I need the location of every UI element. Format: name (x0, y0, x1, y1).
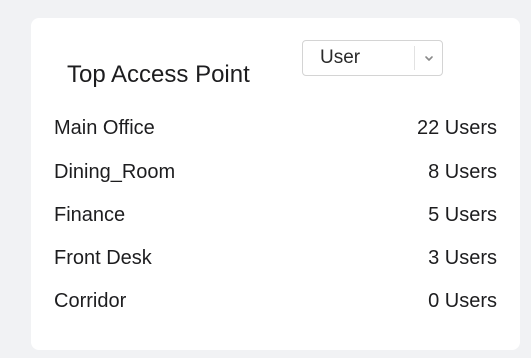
user-count: 0 Users (428, 290, 497, 312)
access-point-name: Finance (54, 204, 126, 226)
access-point-name: Front Desk (54, 247, 152, 269)
access-point-name: Main Office (54, 117, 155, 139)
list-item: Finance 5 Users (54, 200, 497, 230)
list-item: Main Office 22 Users (54, 113, 497, 143)
access-point-list: Main Office 22 Users Dining_Room 8 Users… (31, 18, 520, 350)
list-item: Corridor 0 Users (54, 286, 497, 316)
user-count: 5 Users (428, 204, 497, 226)
user-count: 3 Users (428, 247, 497, 269)
list-item: Dining_Room 8 Users (54, 157, 497, 187)
list-item: Front Desk 3 Users (54, 243, 497, 273)
access-point-name: Corridor (54, 290, 127, 312)
access-point-name: Dining_Room (54, 161, 176, 183)
user-count: 8 Users (428, 161, 497, 183)
user-count: 22 Users (416, 117, 497, 139)
top-access-point-card: Top Access Point User Main Office 22 Use… (31, 18, 520, 350)
